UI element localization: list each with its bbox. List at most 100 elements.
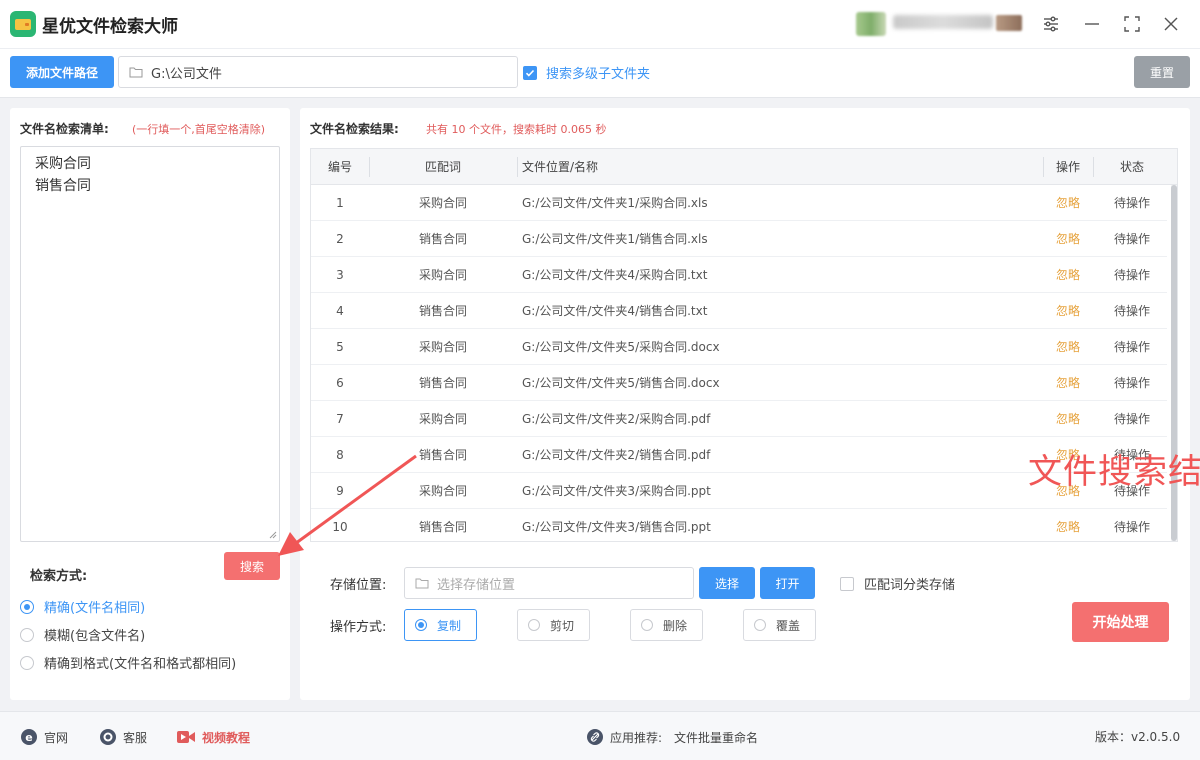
row-status: 待操作 bbox=[1113, 268, 1150, 282]
search-list-panel: 文件名检索清单: (一行填一个,首尾空格清除) 采购合同 销售合同 搜索 检索方… bbox=[10, 108, 290, 700]
op-delete-label: 删除 bbox=[663, 618, 688, 633]
row-path: G:/公司文件/文件夹4/采购合同.txt bbox=[522, 268, 708, 282]
header-word: 匹配词 bbox=[424, 160, 461, 174]
video-tutorial-label: 视频教程 bbox=[202, 730, 251, 745]
app-recommend[interactable]: 应用推荐: 文件批量重命名 bbox=[586, 728, 758, 746]
recommend-app-link[interactable]: 文件批量重命名 bbox=[674, 729, 758, 746]
classify-storage-option[interactable]: 匹配词分类存储 bbox=[840, 574, 955, 593]
subfolder-label: 搜索多级子文件夹 bbox=[546, 67, 651, 82]
table-row[interactable]: 6 销售合同 G:/公司文件/文件夹5/销售合同.docx 忽略 待操作 bbox=[311, 365, 1167, 401]
row-word: 采购合同 bbox=[418, 340, 467, 354]
mode-format-radio[interactable] bbox=[20, 655, 34, 670]
close-icon[interactable] bbox=[1158, 11, 1184, 37]
app-logo-icon bbox=[10, 11, 36, 37]
website-label: 官网 bbox=[44, 730, 69, 745]
row-path: G:/公司文件/文件夹5/采购合同.docx bbox=[522, 340, 720, 354]
op-overwrite-option[interactable]: 覆盖 bbox=[743, 609, 816, 641]
op-overwrite-radio[interactable] bbox=[754, 619, 766, 631]
row-path: G:/公司文件/文件夹3/销售合同.ppt bbox=[522, 520, 711, 534]
reset-button[interactable]: 重置 bbox=[1134, 56, 1190, 88]
op-delete-radio[interactable] bbox=[641, 619, 653, 631]
storage-location-input[interactable]: 选择存储位置 bbox=[404, 567, 694, 599]
row-ignore-link[interactable]: 忽略 bbox=[1045, 221, 1091, 257]
header-num: 编号 bbox=[327, 160, 352, 174]
video-camera-icon bbox=[177, 731, 195, 743]
add-file-path-button[interactable]: 添加文件路径 bbox=[10, 56, 114, 88]
folder-icon bbox=[129, 67, 143, 78]
start-process-button[interactable]: 开始处理 bbox=[1072, 602, 1169, 642]
title-bar: 星优文件检索大师 bbox=[0, 0, 1200, 48]
mode-exact-radio[interactable] bbox=[20, 599, 34, 614]
row-word: 采购合同 bbox=[418, 268, 467, 282]
row-status: 待操作 bbox=[1113, 232, 1150, 246]
mode-fuzzy-option[interactable]: 模糊(包含文件名) bbox=[20, 625, 145, 644]
search-name-line: 采购合同 bbox=[35, 156, 91, 172]
row-num: 1 bbox=[336, 196, 344, 210]
user-badge bbox=[996, 15, 1022, 31]
row-status: 待操作 bbox=[1113, 520, 1150, 534]
user-name-blurred[interactable] bbox=[893, 15, 993, 29]
row-path: G:/公司文件/文件夹2/销售合同.pdf bbox=[522, 448, 711, 462]
table-row[interactable]: 3 采购合同 G:/公司文件/文件夹4/采购合同.txt 忽略 待操作 bbox=[311, 257, 1167, 293]
row-num: 2 bbox=[336, 232, 344, 246]
open-storage-button[interactable]: 打开 bbox=[760, 567, 815, 599]
search-names-textarea[interactable]: 采购合同 销售合同 bbox=[20, 146, 280, 542]
table-row[interactable]: 7 采购合同 G:/公司文件/文件夹2/采购合同.pdf 忽略 待操作 bbox=[311, 401, 1167, 437]
header-path: 文件位置/名称 bbox=[522, 160, 599, 174]
table-row[interactable]: 5 采购合同 G:/公司文件/文件夹5/采购合同.docx 忽略 待操作 bbox=[311, 329, 1167, 365]
operation-label: 操作方式: bbox=[330, 620, 387, 635]
op-copy-radio[interactable] bbox=[415, 619, 427, 631]
row-ignore-link[interactable]: 忽略 bbox=[1045, 329, 1091, 365]
website-link[interactable]: e 官网 bbox=[20, 728, 68, 746]
row-num: 4 bbox=[336, 304, 344, 318]
row-status: 待操作 bbox=[1113, 412, 1150, 426]
link-icon bbox=[587, 729, 603, 745]
table-row[interactable]: 2 销售合同 G:/公司文件/文件夹1/销售合同.xls 忽略 待操作 bbox=[311, 221, 1167, 257]
subfolder-option[interactable]: 搜索多级子文件夹 bbox=[523, 63, 650, 82]
maximize-icon[interactable] bbox=[1119, 11, 1145, 37]
row-word: 销售合同 bbox=[418, 232, 467, 246]
row-word: 销售合同 bbox=[418, 304, 467, 318]
mode-exact-option[interactable]: 精确(文件名相同) bbox=[20, 597, 145, 616]
row-ignore-link[interactable]: 忽略 bbox=[1045, 401, 1091, 437]
op-copy-option[interactable]: 复制 bbox=[404, 609, 477, 641]
service-label: 客服 bbox=[123, 730, 148, 745]
row-path: G:/公司文件/文件夹5/销售合同.docx bbox=[522, 376, 720, 390]
row-ignore-link[interactable]: 忽略 bbox=[1045, 509, 1091, 541]
choose-storage-button[interactable]: 选择 bbox=[699, 567, 755, 599]
settings-sliders-icon[interactable] bbox=[1038, 11, 1064, 37]
user-avatar[interactable] bbox=[856, 12, 886, 36]
row-path: G:/公司文件/文件夹4/销售合同.txt bbox=[522, 304, 708, 318]
op-cut-radio[interactable] bbox=[528, 619, 540, 631]
table-row[interactable]: 4 销售合同 G:/公司文件/文件夹4/销售合同.txt 忽略 待操作 bbox=[311, 293, 1167, 329]
row-path: G:/公司文件/文件夹1/销售合同.xls bbox=[522, 232, 708, 246]
row-ignore-link[interactable]: 忽略 bbox=[1045, 293, 1091, 329]
op-delete-option[interactable]: 删除 bbox=[630, 609, 703, 641]
service-link[interactable]: 客服 bbox=[99, 728, 147, 746]
row-num: 3 bbox=[336, 268, 344, 282]
row-ignore-link[interactable]: 忽略 bbox=[1045, 185, 1091, 221]
mode-fuzzy-radio[interactable] bbox=[20, 627, 34, 642]
mode-format-option[interactable]: 精确到格式(文件名和格式都相同) bbox=[20, 653, 236, 672]
video-tutorial-link[interactable]: 视频教程 bbox=[176, 728, 250, 746]
classify-storage-checkbox[interactable] bbox=[840, 576, 854, 591]
table-row[interactable]: 1 采购合同 G:/公司文件/文件夹1/采购合同.xls 忽略 待操作 bbox=[311, 185, 1167, 221]
row-num: 5 bbox=[336, 340, 344, 354]
annotation-overlay-text: 文件搜索结果 bbox=[1028, 452, 1200, 492]
row-word: 采购合同 bbox=[418, 412, 467, 426]
footer-bar: e 官网 客服 视频教程 应用推荐: 文件批量重命名 版本：v2.0.5.0 bbox=[0, 711, 1200, 760]
row-path: G:/公司文件/文件夹2/采购合同.pdf bbox=[522, 412, 711, 426]
path-input[interactable]: G:\公司文件 bbox=[118, 56, 518, 88]
subfolder-checkbox[interactable] bbox=[523, 65, 537, 80]
minimize-icon[interactable] bbox=[1079, 11, 1105, 37]
table-row[interactable]: 10 销售合同 G:/公司文件/文件夹3/销售合同.ppt 忽略 待操作 bbox=[311, 509, 1167, 541]
header-status: 状态 bbox=[1119, 160, 1144, 174]
op-overwrite-label: 覆盖 bbox=[776, 618, 801, 633]
row-ignore-link[interactable]: 忽略 bbox=[1045, 365, 1091, 401]
row-word: 采购合同 bbox=[418, 196, 467, 210]
op-cut-option[interactable]: 剪切 bbox=[517, 609, 590, 641]
row-ignore-link[interactable]: 忽略 bbox=[1045, 257, 1091, 293]
op-copy-label: 复制 bbox=[437, 618, 462, 633]
row-num: 7 bbox=[336, 412, 344, 426]
version-text: 版本：v2.0.5.0 bbox=[1095, 730, 1181, 744]
